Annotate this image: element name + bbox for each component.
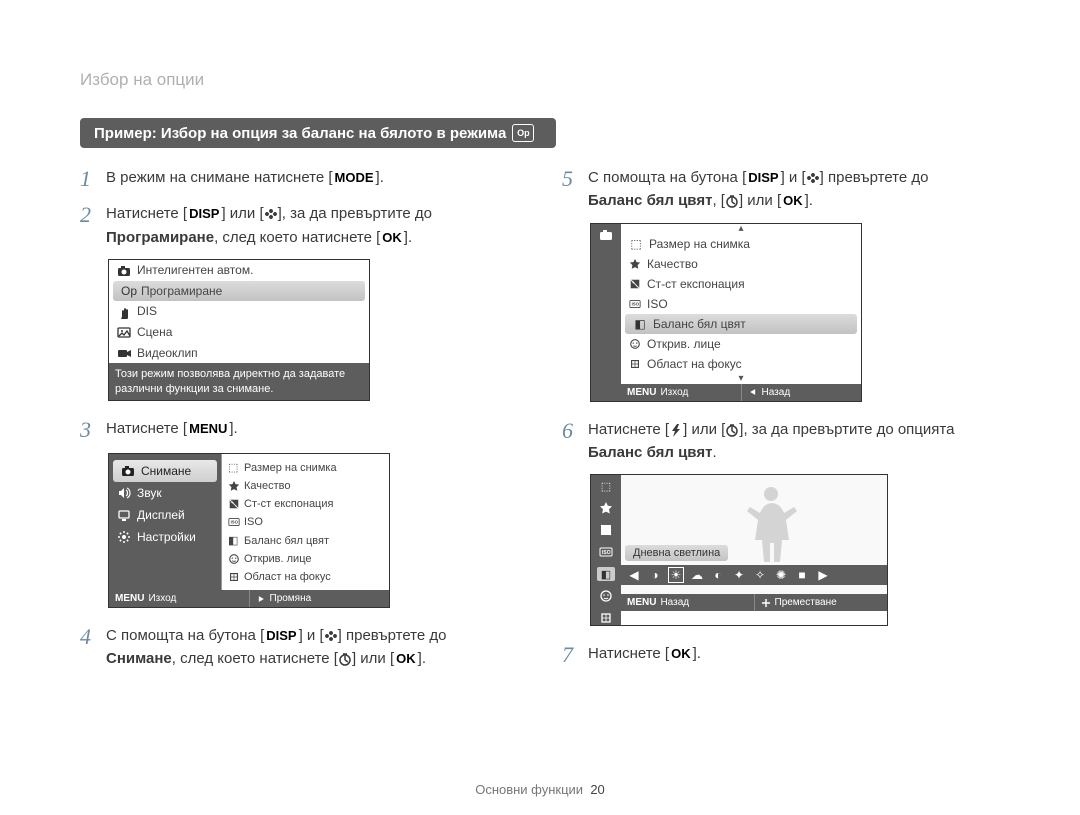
star-icon [629,258,641,270]
example-banner: Пример: Избор на опция за баланс на бяло… [80,118,556,148]
move-icon [761,598,771,608]
step-1: 1 В режим на снимане натиснете [MODE]. [80,166,518,192]
camera-icon [121,464,135,478]
exposure-icon [629,278,641,290]
focus-icon [599,611,613,625]
wb-select-screenshot: ⬚ ◧ Дневна светлина ◀◑☀☁◐✦✧✺■▶ [590,474,888,626]
star-icon [228,480,240,492]
gear-icon [117,530,131,544]
tab-sound: Звук [109,482,221,504]
step-7: 7 Натиснете [OK]. [562,642,1000,668]
tab-display: Дисплей [109,504,221,526]
mode-menu-screenshot: Интелигентен автом. OpПрограмиране DIS С… [108,259,370,401]
mode-p-icon: Op [512,124,534,142]
page-title: Избор на опции [80,70,1000,90]
step-2: 2 Натиснете [DISP] или [], за да превърт… [80,202,518,249]
scene-icon [117,325,131,339]
display-icon [117,508,131,522]
exposure-icon [599,523,613,537]
face-icon [629,338,641,350]
step-5: 5 С помощта на бутона [DISP] и [] превър… [562,166,1000,213]
camera-icon [597,228,615,242]
iso-icon [629,298,641,310]
mode-hint: Този режим позволява директно да задават… [109,363,369,400]
options-menu-screenshot: ▴ ⬚Размер на снимка Качество Ст-ст експо… [590,223,862,402]
star-icon [599,501,613,515]
face-icon [228,553,240,565]
key-ok: OK [380,229,404,247]
triangle-right-icon [256,594,266,604]
wb-label: Дневна светлина [625,545,728,561]
focus-icon [629,358,641,370]
hand-icon [117,305,131,319]
flower-icon [806,171,820,185]
flash-icon [669,423,683,437]
key-disp: DISP [187,205,221,223]
step-3: 3 Натиснете [MENU]. [80,417,518,443]
selected-option-row: ◧Баланс бял цвят [625,314,857,334]
person-silhouette [741,481,801,567]
video-icon [117,346,131,360]
wb-icon-strip: ◀◑☀☁◐✦✧✺■▶ [621,565,887,585]
page-footer: Основни функции 20 [0,782,1080,797]
timer-icon [725,423,739,437]
face-icon [599,589,613,603]
iso-icon [228,516,240,528]
iso-icon [599,545,613,559]
triangle-left-icon [748,387,758,397]
speaker-icon [117,486,131,500]
tab-settings: Настройки [109,526,221,548]
step-6: 6 Натиснете [] или [], за да превъртите … [562,418,1000,465]
timer-icon [725,194,739,208]
main-menu-screenshot: Снимане Звук Дисплей Настройки ⬚Размер н… [108,453,390,608]
key-mode: MODE [333,169,376,187]
key-menu: MENU [187,420,229,438]
flower-icon [324,629,338,643]
timer-icon [338,652,352,666]
camera-icon [117,264,131,278]
focus-icon [228,571,240,583]
selected-mode-row: OpПрограмиране [113,281,365,301]
flower-icon [264,207,278,221]
tab-shooting: Снимане [113,460,217,482]
exposure-icon [228,498,240,510]
step-4: 4 С помощта на бутона [DISP] и [] превър… [80,624,518,671]
